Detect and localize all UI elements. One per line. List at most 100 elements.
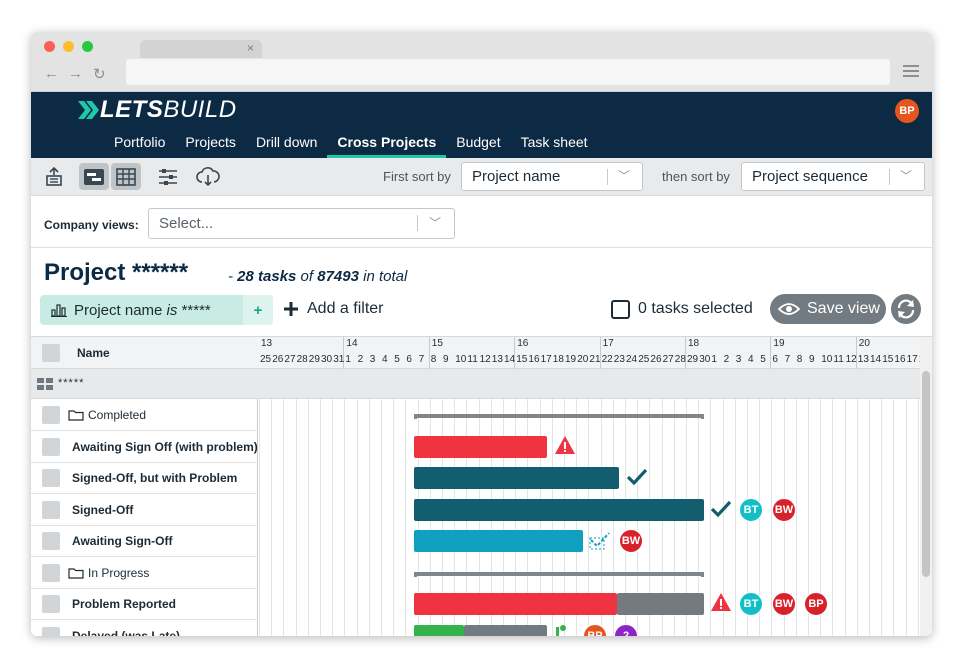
scrollbar-thumb[interactable] [922,371,930,577]
group-row[interactable]: Completed [31,399,258,431]
minimize-dot-icon[interactable] [63,41,74,52]
address-bar[interactable] [126,59,890,85]
assignee-avatar[interactable]: BT [739,592,763,616]
tab-projects[interactable]: Projects [175,133,246,158]
task-count-summary: - 28 tasks of 87493 in total [228,268,408,285]
day-gridline [320,369,321,636]
filter-chip[interactable]: Project name is ***** + [40,295,273,325]
task-row[interactable]: Signed-Off [31,494,258,526]
task-row[interactable]: Awaiting Sign-Off [31,525,258,557]
assignee-avatar[interactable]: BW [619,529,643,553]
day-gridline [771,369,773,636]
row-checkbox[interactable] [42,500,60,519]
assignee-avatar[interactable]: BP [583,623,607,636]
row-checkbox[interactable] [42,469,60,487]
chevron-down-icon[interactable]: ﹀ [618,163,630,190]
tab-cross-projects[interactable]: Cross Projects [327,133,447,158]
maximize-dot-icon[interactable] [82,41,93,52]
grid-group-icon [37,378,53,390]
cloud-download-icon[interactable] [193,163,223,190]
day-label: 27 [284,354,296,365]
refresh-button[interactable] [891,294,921,324]
name-header-label: Name [77,346,110,360]
tasks-selected-label: 0 tasks selected [638,300,753,317]
task-name: In Progress [88,565,150,580]
row-checkbox[interactable] [42,532,60,550]
day-label: 31 [333,354,345,365]
timeline-header: 1314151617181920212526272829303112345678… [258,337,932,369]
week-label: 19 [773,338,785,349]
select-all-checkbox[interactable] [611,300,630,319]
assignee-avatar[interactable]: BW [772,497,796,522]
filter-chip-label[interactable]: Project name is ***** [40,295,241,325]
row-checkbox[interactable] [42,437,60,456]
week-label: 18 [688,338,700,349]
browser-tab[interactable]: × [140,40,262,58]
task-bar-progress[interactable] [414,593,617,615]
task-bar-remaining[interactable] [464,624,547,636]
task-row[interactable]: Problem Reported [31,588,258,620]
day-label: 25 [260,354,272,365]
task-bar[interactable] [414,435,547,458]
row-checkbox[interactable] [42,563,60,582]
back-arrow-icon[interactable]: ← [44,65,59,82]
assignee-avatar[interactable]: BW [772,592,796,616]
day-label: 3 [735,354,742,365]
gantt-view-icon[interactable] [79,163,109,190]
tab-close-icon[interactable]: × [247,41,254,55]
letsbuild-logo[interactable]: LETSBUILD [78,96,237,123]
forward-arrow-icon[interactable]: → [68,65,83,82]
add-filter-button[interactable]: Add a filter [283,300,383,318]
vertical-scrollbar[interactable] [920,337,932,636]
assignee-avatar[interactable]: BP [804,592,828,616]
task-row[interactable]: Signed-Off, but with Problem [31,462,258,494]
day-label: 18 [552,354,564,365]
day-label: 16 [894,354,906,365]
task-name: Completed [88,408,147,422]
task-name: Problem Reported [72,597,177,611]
task-bar-progress[interactable] [414,624,464,636]
project-group-row[interactable]: ***** [31,369,920,399]
task-bar-remaining[interactable] [617,593,704,615]
company-views-select[interactable]: Select... ﹀ [148,208,455,239]
close-dot-icon[interactable] [44,41,55,52]
day-label: 10 [821,354,833,365]
save-view-button[interactable]: Save view [770,294,886,324]
tab-task-sheet[interactable]: Task sheet [511,133,598,158]
day-gridline [295,369,297,636]
assignee-avatar[interactable]: 2 [614,623,638,636]
chevron-down-icon[interactable]: ﹀ [900,163,912,190]
first-sort-select[interactable]: Project name ﹀ [461,162,643,191]
tab-portfolio[interactable]: Portfolio [104,133,175,158]
grid-view-icon[interactable] [111,163,141,190]
task-bar[interactable] [414,498,704,521]
day-label: 26 [650,354,662,365]
reload-icon[interactable]: ↻ [93,65,106,83]
group-row[interactable]: In Progress [31,557,258,589]
tab-drill-down[interactable]: Drill down [246,133,327,158]
project-group-label: ***** [58,377,85,389]
task-name: Delayed (was Late) [72,628,181,637]
summary-bracket [414,571,704,577]
task-row[interactable]: Awaiting Sign Off (with problem) [31,431,258,463]
settings-sliders-icon[interactable] [153,163,183,190]
task-bar[interactable] [414,530,583,552]
warning-icon [555,435,575,454]
day-label: 9 [443,354,449,365]
day-label: 15 [516,354,528,365]
day-gridline [734,369,736,636]
header-checkbox[interactable] [42,344,60,362]
task-bar[interactable] [414,467,619,489]
then-sort-select[interactable]: Project sequence ﹀ [741,162,925,191]
row-checkbox[interactable] [42,626,60,636]
add-filter-value-button[interactable]: + [243,295,273,325]
row-checkbox[interactable] [42,406,60,424]
user-avatar[interactable]: BP [895,99,919,123]
chevron-down-icon[interactable]: ﹀ [429,209,441,238]
row-checkbox[interactable] [42,595,60,613]
assignee-avatar[interactable]: BT [739,497,763,522]
export-icon[interactable] [39,163,69,190]
task-row[interactable]: Delayed (was Late) [31,620,258,637]
tab-budget[interactable]: Budget [446,133,510,158]
hamburger-menu-icon[interactable] [903,65,919,77]
